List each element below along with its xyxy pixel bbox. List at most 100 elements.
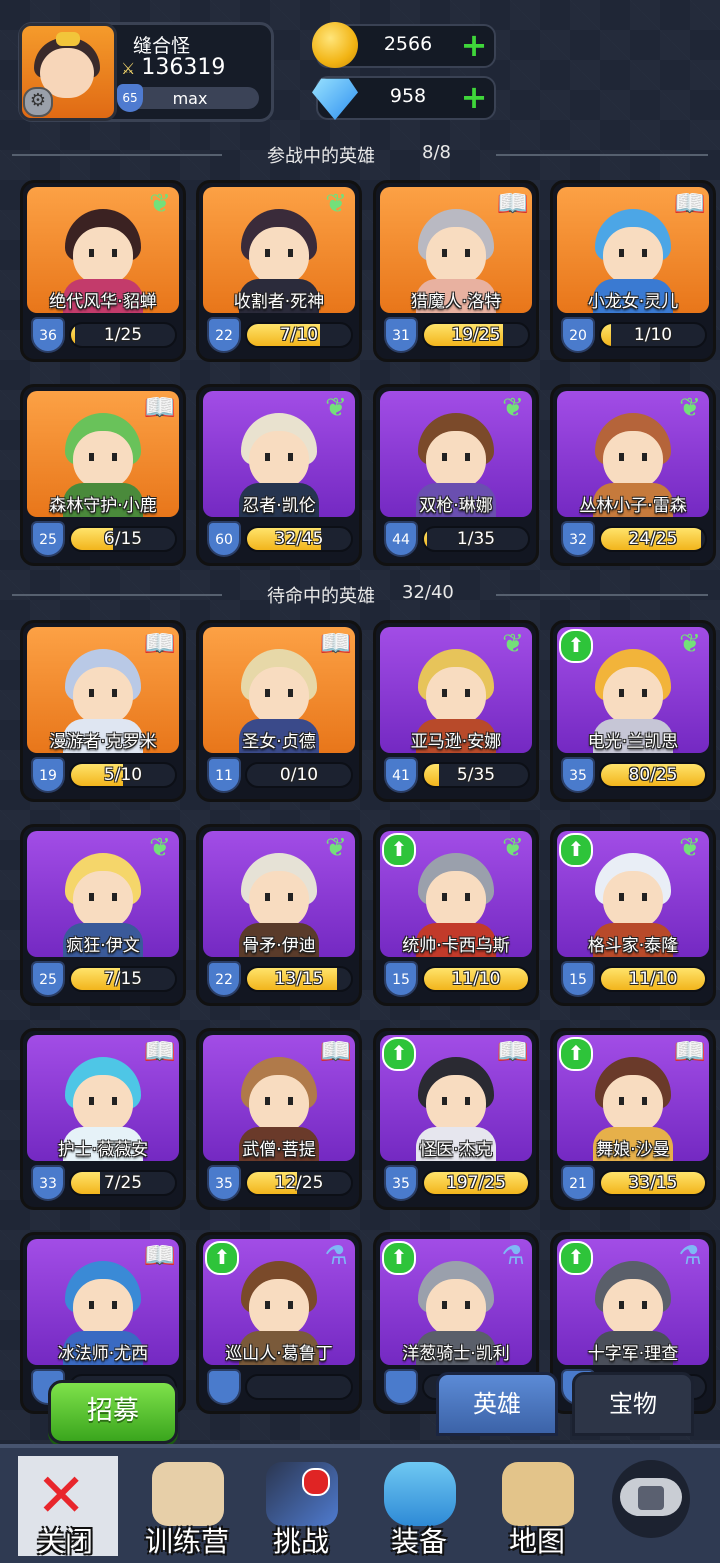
gem-counter: 958 +	[312, 76, 496, 120]
hero-level-badge: 15	[384, 961, 418, 997]
nav-training[interactable]: 训练营	[132, 1448, 242, 1563]
hero-card[interactable]: ❦ 收割者·死神 22 7/10	[196, 180, 362, 362]
active-heroes-title: 参战中的英雄	[267, 146, 375, 167]
hero-card[interactable]: ❦ ⬆ 统帅·卡西乌斯 15 11/10	[373, 824, 539, 1006]
nav-equipment-label: 装备	[390, 1525, 447, 1558]
locked-nav-slot[interactable]	[612, 1460, 690, 1538]
nav-close[interactable]: ✕ 关闭	[0, 1448, 118, 1563]
gold-counter: 2566 +	[312, 22, 496, 68]
hero-level-badge: 44	[384, 521, 418, 557]
hero-stats	[203, 1369, 355, 1405]
hero-card[interactable]: 📖 猎魔人·洛特 31 19/25	[373, 180, 539, 362]
hero-card[interactable]: ❦ ⬆ 电光·兰凯思 35 80/25	[550, 620, 716, 802]
hero-stats: 35 197/25	[380, 1165, 532, 1201]
hero-level-badge: 32	[561, 521, 595, 557]
hero-stats: 15 11/10	[557, 961, 709, 997]
hero-card[interactable]: ❦ 双枪·琳娜 44 1/35	[373, 384, 539, 566]
hero-stats: 35 80/25	[557, 757, 709, 793]
hero-progress-text: 11/10	[628, 969, 678, 989]
potion-icon: ⚗	[501, 1241, 525, 1271]
hero-progress-bar: 1/35	[422, 526, 530, 552]
hero-card[interactable]: 📖 小龙女·灵儿 20 1/10	[550, 180, 716, 362]
hero-card[interactable]: 📖 ⬆ 舞娘·沙曼 21 33/15	[550, 1028, 716, 1210]
hero-card[interactable]: 📖 圣女·贞德 11 0/10	[196, 620, 362, 802]
hero-card[interactable]: ❦ 丛林小子·雷森 32 24/25	[550, 384, 716, 566]
hero-card[interactable]: ❦ ⬆ 格斗家·泰隆 15 11/10	[550, 824, 716, 1006]
hero-progress-bar: 19/25	[422, 322, 530, 348]
hero-stats: 15 11/10	[380, 961, 532, 997]
hero-stats: 31 19/25	[380, 317, 532, 353]
hero-progress-text: 1/10	[633, 325, 673, 345]
book-icon: 📖	[673, 189, 707, 219]
hero-progress-bar: 80/25	[599, 762, 707, 788]
recruit-button[interactable]: 招募	[48, 1380, 178, 1444]
hero-card[interactable]: 📖 漫游者·克罗米 19 5/10	[20, 620, 186, 802]
hero-progress-text: 1/35	[456, 529, 496, 549]
book-icon: 📖	[143, 1037, 177, 1067]
hero-level-badge: 25	[31, 961, 65, 997]
hero-level-badge: 35	[384, 1165, 418, 1201]
hero-level-badge: 35	[207, 1165, 241, 1201]
hero-progress-text: 5/10	[103, 765, 143, 785]
active-heroes-header: 参战中的英雄 8/8	[12, 140, 708, 170]
hero-stats: 44 1/35	[380, 521, 532, 557]
hero-level-badge: 19	[31, 757, 65, 793]
hero-level-badge: 15	[561, 961, 595, 997]
hero-card[interactable]: ❦ 骨矛·伊迪 22 13/15	[196, 824, 362, 1006]
hero-stats: 22 7/10	[203, 317, 355, 353]
hero-progress-bar: 5/35	[422, 762, 530, 788]
hero-level-badge: 33	[31, 1165, 65, 1201]
gear-icon[interactable]: ⚙	[23, 87, 53, 117]
hero-level-badge	[207, 1369, 241, 1405]
hero-card[interactable]: ⚗ ⬆ 巡山人·葛鲁丁	[196, 1232, 362, 1414]
hero-card[interactable]: ❦ 忍者·凯伦 60 32/45	[196, 384, 362, 566]
hero-name: 圣女·贞德	[242, 732, 316, 752]
hero-level-badge: 35	[561, 757, 595, 793]
active-heroes-count: 8/8	[422, 142, 451, 163]
wing-icon: ❦	[679, 393, 701, 423]
hero-progress-text: 12/25	[274, 1173, 324, 1193]
hero-progress-text: 11/10	[451, 969, 501, 989]
hero-name: 巡山人·葛鲁丁	[225, 1344, 333, 1364]
hero-card[interactable]: ❦ 绝代风华·貂蝉 36 1/25	[20, 180, 186, 362]
player-level-badge: 65	[117, 84, 143, 112]
hero-level-badge: 20	[561, 317, 595, 353]
hero-card[interactable]: ❦ 亚马逊·安娜 41 5/35	[373, 620, 539, 802]
hero-progress-text: 7/25	[103, 1173, 143, 1193]
wing-icon: ❦	[679, 629, 701, 659]
wing-icon: ❦	[149, 833, 171, 863]
target-icon	[152, 1462, 224, 1526]
hero-progress-bar: 197/25	[422, 1170, 530, 1196]
hero-progress-bar: 7/10	[245, 322, 353, 348]
notification-dot	[302, 1468, 330, 1496]
add-gold-button[interactable]: +	[460, 29, 488, 61]
upgrade-arrow-icon: ⬆	[559, 629, 593, 663]
hero-card[interactable]: ❦ 疯狂·伊文 25 7/15	[20, 824, 186, 1006]
wing-icon: ❦	[502, 393, 524, 423]
hero-stats: 60 32/45	[203, 521, 355, 557]
hero-name: 绝代风华·貂蝉	[49, 292, 157, 312]
add-gems-button[interactable]: +	[460, 81, 488, 113]
hero-stats: 35 12/25	[203, 1165, 355, 1201]
gold-value: 2566	[383, 33, 433, 55]
nav-equipment[interactable]: 装备	[364, 1448, 474, 1563]
tab-heroes[interactable]: 英雄	[436, 1372, 558, 1436]
nav-map[interactable]: 地图	[482, 1448, 592, 1563]
hero-level-badge: 31	[384, 317, 418, 353]
hero-card[interactable]: 📖 ⬆ 怪医·杰克 35 197/25	[373, 1028, 539, 1210]
upgrade-arrow-icon: ⬆	[559, 1037, 593, 1071]
hero-card[interactable]: 📖 森林守护·小鹿 25 6/15	[20, 384, 186, 566]
hero-progress-bar: 5/10	[69, 762, 177, 788]
book-icon: 📖	[673, 1037, 707, 1067]
hero-progress-bar: 1/25	[69, 322, 177, 348]
potion-icon: ⚗	[324, 1241, 348, 1271]
hero-progress-text: 13/15	[274, 969, 324, 989]
player-level-bar: max 65	[117, 84, 259, 112]
hero-card[interactable]: 📖 武僧·菩提 35 12/25	[196, 1028, 362, 1210]
nav-challenge[interactable]: 挑战	[246, 1448, 356, 1563]
tab-treasure[interactable]: 宝物	[572, 1372, 694, 1436]
player-profile[interactable]: ⚙ 缝合怪 ⚔ 136319 max 65	[18, 22, 274, 122]
hero-card[interactable]: 📖 护士·薇薇安 33 7/25	[20, 1028, 186, 1210]
book-icon: 📖	[319, 1037, 353, 1067]
hero-progress-text: 19/25	[451, 325, 501, 345]
